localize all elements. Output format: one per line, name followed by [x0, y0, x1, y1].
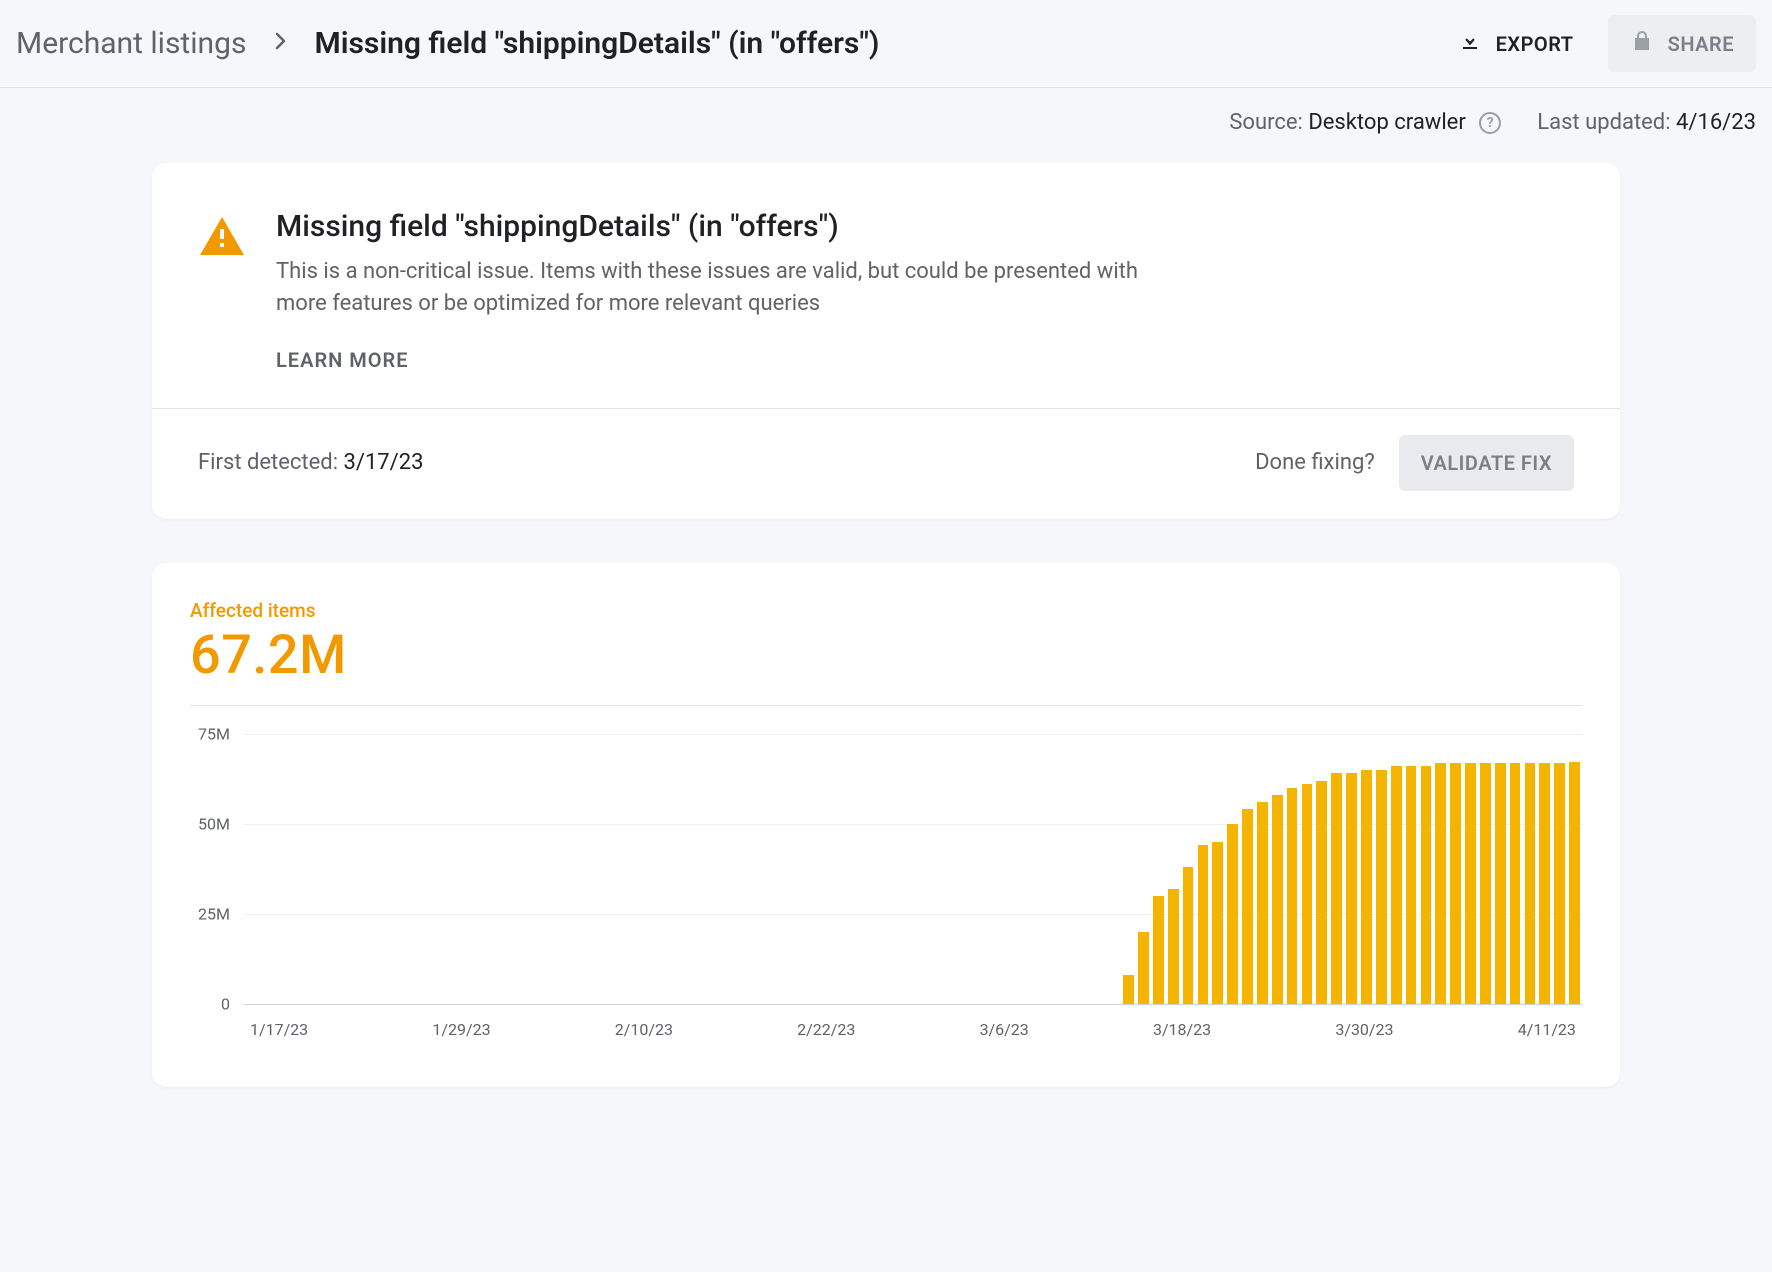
share-label: SHARE: [1668, 32, 1734, 56]
chart-bar[interactable]: [1525, 763, 1536, 1004]
chart-bar[interactable]: [1376, 770, 1387, 1004]
chart-bars: [244, 734, 1582, 1004]
chart-gridline: [244, 1004, 1582, 1005]
affected-items-value: 67.2M: [190, 624, 1582, 687]
chart-x-tick: 1/17/23: [250, 1020, 308, 1039]
chart-x-tick: 4/11/23: [1518, 1020, 1576, 1039]
validate-fix-button[interactable]: VALIDATE FIX: [1399, 435, 1574, 491]
chart-x-axis: 1/17/23 1/29/23 2/10/23 2/22/23 3/6/23 3/18/2…: [244, 1004, 1582, 1039]
topbar: Merchant listings Missing field "shippin…: [0, 0, 1772, 88]
issue-description: This is a non-critical issue. Items with…: [276, 256, 1176, 320]
chart-bar[interactable]: [1212, 842, 1223, 1004]
breadcrumb: Merchant listings Missing field "shippin…: [16, 26, 879, 61]
chart-bar[interactable]: [1138, 932, 1149, 1004]
export-label: EXPORT: [1496, 32, 1574, 56]
chart-bar[interactable]: [1257, 802, 1268, 1004]
chart-bar[interactable]: [1302, 784, 1313, 1004]
chart-bar[interactable]: [1198, 845, 1209, 1003]
breadcrumb-root[interactable]: Merchant listings: [16, 26, 246, 61]
chart-bar[interactable]: [1495, 763, 1506, 1004]
chart-bar[interactable]: [1168, 889, 1179, 1004]
chart-bar[interactable]: [1272, 795, 1283, 1004]
chart-x-tick: 1/29/23: [432, 1020, 490, 1039]
affected-items-label: Affected items: [190, 599, 1582, 622]
first-detected: First detected: 3/17/23: [198, 450, 423, 475]
chart-bar[interactable]: [1465, 763, 1476, 1004]
chart-bar[interactable]: [1450, 763, 1461, 1004]
chart-bar[interactable]: [1123, 975, 1134, 1004]
last-updated-value: 4/16/23: [1676, 110, 1756, 135]
lock-icon: [1630, 29, 1654, 58]
breadcrumb-current: Missing field "shippingDetails" (in "off…: [314, 26, 879, 61]
learn-more-link[interactable]: LEARN MORE: [276, 348, 1176, 372]
chart-y-tick: 25M: [190, 904, 230, 923]
chart-bar[interactable]: [1421, 766, 1432, 1004]
chart-x-tick: 2/22/23: [797, 1020, 855, 1039]
chart-bar[interactable]: [1480, 763, 1491, 1004]
chart-bar[interactable]: [1539, 763, 1550, 1004]
issue-summary: Missing field "shippingDetails" (in "off…: [152, 163, 1620, 408]
chart-y-tick: 50M: [190, 814, 230, 833]
chart-bar[interactable]: [1569, 762, 1580, 1004]
chart-bar[interactable]: [1361, 770, 1372, 1004]
chart-x-tick: 3/6/23: [980, 1020, 1029, 1039]
chart-bar[interactable]: [1510, 763, 1521, 1004]
chevron-right-icon: [268, 26, 292, 61]
help-icon[interactable]: ?: [1479, 112, 1501, 134]
chart-y-tick: 75M: [190, 724, 230, 743]
chart-bar[interactable]: [1331, 773, 1342, 1003]
chart-divider: [190, 705, 1582, 706]
source-value: Desktop crawler: [1308, 110, 1465, 135]
source-label: Source:: [1229, 110, 1303, 135]
metabar: Source: Desktop crawler ? Last updated: …: [0, 88, 1772, 163]
chart-bar[interactable]: [1406, 766, 1417, 1004]
export-button[interactable]: EXPORT: [1436, 15, 1596, 72]
issue-card: Missing field "shippingDetails" (in "off…: [152, 163, 1620, 519]
chart-bar[interactable]: [1183, 867, 1194, 1004]
warning-icon: [198, 209, 246, 372]
chart-x-tick: 3/18/23: [1153, 1020, 1211, 1039]
last-updated-info: Last updated: 4/16/23: [1537, 110, 1756, 135]
chart-bar[interactable]: [1316, 781, 1327, 1004]
chart-bar[interactable]: [1227, 824, 1238, 1004]
chart-bar[interactable]: [1346, 773, 1357, 1003]
last-updated-label: Last updated:: [1537, 110, 1670, 135]
share-button[interactable]: SHARE: [1608, 15, 1756, 72]
chart-bar[interactable]: [1391, 766, 1402, 1004]
chart-x-tick: 3/30/23: [1335, 1020, 1393, 1039]
issue-title: Missing field "shippingDetails" (in "off…: [276, 209, 1176, 244]
chart-bar[interactable]: [1242, 809, 1253, 1003]
chart-bar[interactable]: [1435, 763, 1446, 1004]
done-fixing-label: Done fixing?: [1255, 450, 1375, 475]
first-detected-label: First detected:: [198, 450, 338, 475]
download-icon: [1458, 29, 1482, 58]
chart-x-tick: 2/10/23: [615, 1020, 673, 1039]
issue-footer: First detected: 3/17/23 Done fixing? VAL…: [152, 408, 1620, 519]
chart-bar[interactable]: [1287, 788, 1298, 1004]
chart-bar[interactable]: [1153, 896, 1164, 1004]
chart-card: Affected items 67.2M 025M50M75M 1/17/231…: [152, 563, 1620, 1087]
chart-bar[interactable]: [1554, 763, 1565, 1004]
chart-y-tick: 0: [190, 994, 230, 1013]
affected-items-chart[interactable]: 025M50M75M: [234, 734, 1582, 1004]
first-detected-value: 3/17/23: [344, 450, 424, 475]
source-info: Source: Desktop crawler ?: [1229, 110, 1501, 135]
